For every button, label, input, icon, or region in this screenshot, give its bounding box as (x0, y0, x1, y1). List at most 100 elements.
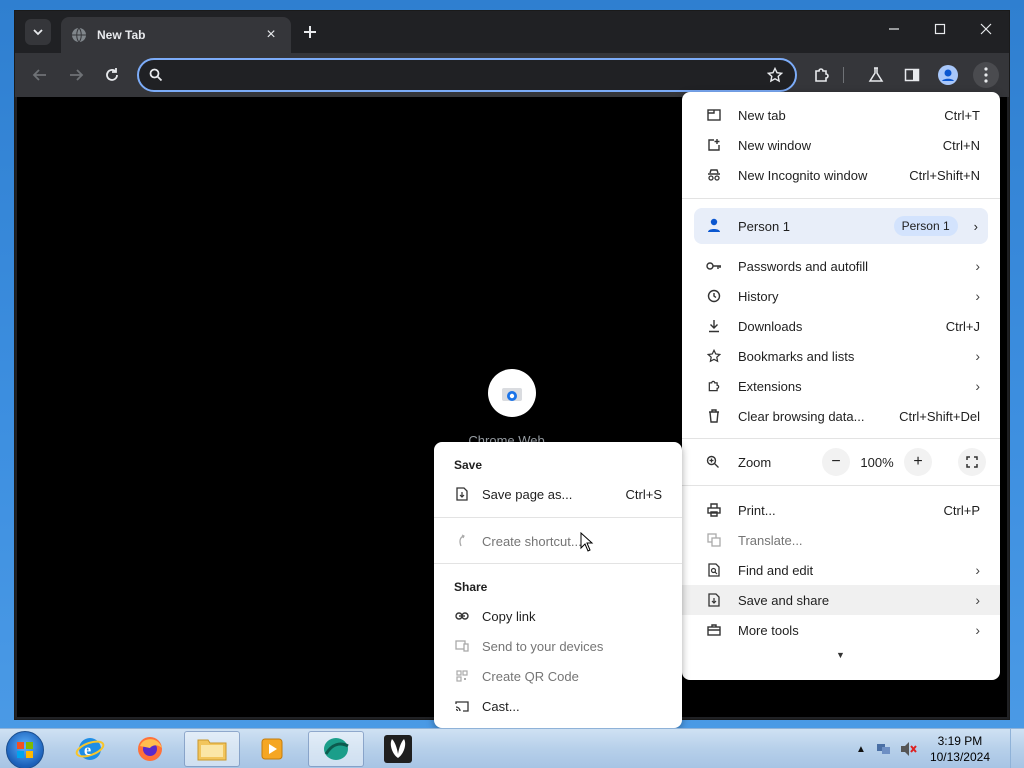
network-icon[interactable] (876, 741, 892, 757)
minimize-button[interactable] (871, 11, 917, 47)
taskbar-firefox[interactable] (122, 731, 178, 767)
submenu-item-qr-code[interactable]: Create QR Code (434, 661, 682, 691)
reload-button[interactable] (101, 64, 123, 86)
omnibox[interactable] (137, 58, 797, 92)
cast-icon (454, 698, 470, 714)
menu-item-save-share[interactable]: Save and share › (682, 585, 1000, 615)
chevron-right-icon: › (975, 288, 980, 304)
menu-item-find-edit[interactable]: Find and edit › (682, 555, 1000, 585)
clock[interactable]: 3:19 PM 10/13/2024 (930, 733, 990, 765)
link-icon (454, 608, 470, 624)
clock-time: 3:19 PM (937, 734, 983, 748)
menu-item-passwords[interactable]: Passwords and autofill › (682, 251, 1000, 281)
zoom-out-button[interactable]: − (822, 448, 850, 476)
media-player-icon (261, 738, 283, 760)
chrome-menu: New tab Ctrl+T New window Ctrl+N New Inc… (682, 92, 1000, 680)
system-tray: ▲ 3:19 PM 10/13/2024 (856, 729, 1024, 768)
menu-item-new-window[interactable]: New window Ctrl+N (682, 130, 1000, 160)
new-tab-button[interactable] (299, 21, 321, 43)
toolbar (15, 53, 1009, 97)
taskbar-app-butterfly[interactable] (370, 731, 426, 767)
butterfly-app-icon (384, 735, 412, 763)
menu-divider (682, 438, 1000, 439)
omnibox-input[interactable] (173, 64, 753, 86)
volume-muted-icon[interactable] (900, 741, 918, 757)
menu-item-profile[interactable]: Person 1 Person 1 › (694, 208, 988, 244)
shortcut-tile[interactable]: Chrome Web... (467, 369, 557, 448)
chevron-right-icon: › (973, 218, 978, 234)
toolbar-divider (839, 64, 847, 86)
tray-expand-icon[interactable]: ▲ (856, 744, 866, 755)
menu-item-bookmarks[interactable]: Bookmarks and lists › (682, 341, 1000, 371)
teal-app-icon (324, 738, 349, 760)
labs-button[interactable] (865, 64, 887, 86)
chevron-right-icon: › (975, 378, 980, 394)
menu-item-more-tools[interactable]: More tools › (682, 615, 1000, 645)
translate-icon (706, 532, 722, 548)
chevron-right-icon: › (975, 348, 980, 364)
arrow-right-icon (70, 69, 84, 81)
menu-item-history[interactable]: History › (682, 281, 1000, 311)
taskbar-internet-explorer[interactable]: e (62, 731, 118, 767)
close-icon[interactable]: × (261, 26, 281, 44)
extensions-button[interactable] (811, 64, 833, 86)
star-icon[interactable] (767, 67, 783, 83)
menu-item-clear-data[interactable]: Clear browsing data... Ctrl+Shift+Del (682, 401, 1000, 431)
close-icon (980, 23, 992, 35)
menu-item-translate[interactable]: Translate... (682, 525, 1000, 555)
taskbar-explorer[interactable] (184, 731, 240, 767)
flask-icon (868, 67, 884, 82)
qr-code-icon (454, 668, 470, 684)
menu-item-new-tab[interactable]: New tab Ctrl+T (682, 100, 1000, 130)
zoom-icon (706, 455, 722, 469)
chevron-right-icon: › (975, 592, 980, 608)
menu-item-downloads[interactable]: Downloads Ctrl+J (682, 311, 1000, 341)
profile-chip: Person 1 (893, 216, 958, 236)
more-vert-icon (984, 67, 988, 83)
tab-new-tab[interactable]: New Tab × (61, 17, 291, 53)
tab-search-button[interactable] (25, 19, 51, 45)
minimize-icon (889, 28, 899, 30)
chevron-right-icon: › (975, 622, 980, 638)
shortcut-arrow-icon (454, 533, 470, 549)
start-button[interactable] (6, 731, 44, 768)
submenu-item-copy-link[interactable]: Copy link (434, 601, 682, 631)
avatar-icon (938, 65, 958, 85)
fullscreen-button[interactable] (958, 448, 986, 476)
profile-button[interactable] (937, 64, 959, 86)
side-panel-button[interactable] (901, 64, 923, 86)
reload-icon (106, 68, 118, 81)
menu-item-incognito[interactable]: New Incognito window Ctrl+Shift+N (682, 160, 1000, 190)
key-icon (706, 258, 722, 274)
show-desktop-button[interactable] (1010, 729, 1024, 768)
mouse-cursor-icon (580, 532, 594, 552)
shortcut-icon-circle (488, 369, 536, 417)
taskbar-media-player[interactable] (244, 731, 300, 767)
puzzle-icon (815, 68, 829, 82)
menu-item-extensions[interactable]: Extensions › (682, 371, 1000, 401)
close-window-button[interactable] (963, 11, 1009, 47)
maximize-button[interactable] (917, 11, 963, 47)
svg-text:e: e (84, 742, 91, 759)
submenu-item-cast[interactable]: Cast... (434, 691, 682, 721)
submenu-item-save-page[interactable]: Save page as... Ctrl+S (434, 479, 682, 509)
printer-icon (706, 502, 722, 518)
trash-icon (706, 408, 722, 424)
tab-strip: New Tab × (15, 11, 1009, 53)
submenu-item-send-devices[interactable]: Send to your devices (434, 631, 682, 661)
menu-button[interactable] (973, 62, 999, 88)
submenu-item-create-shortcut[interactable]: Create shortcut... (434, 526, 682, 556)
back-button[interactable] (29, 64, 51, 86)
new-window-icon (706, 137, 722, 153)
devices-icon (454, 638, 470, 654)
forward-button[interactable] (65, 64, 87, 86)
globe-icon (72, 27, 86, 43)
menu-item-print[interactable]: Print... Ctrl+P (682, 495, 1000, 525)
save-share-submenu: Save Save page as... Ctrl+S Create short… (434, 442, 682, 728)
scroll-down-icon[interactable]: ▼ (836, 650, 845, 660)
save-page-icon (454, 486, 470, 502)
submenu-header-save: Save (454, 458, 483, 472)
taskbar-chrome-app[interactable] (308, 731, 364, 767)
fullscreen-icon (966, 456, 978, 468)
zoom-in-button[interactable]: + (904, 448, 932, 476)
